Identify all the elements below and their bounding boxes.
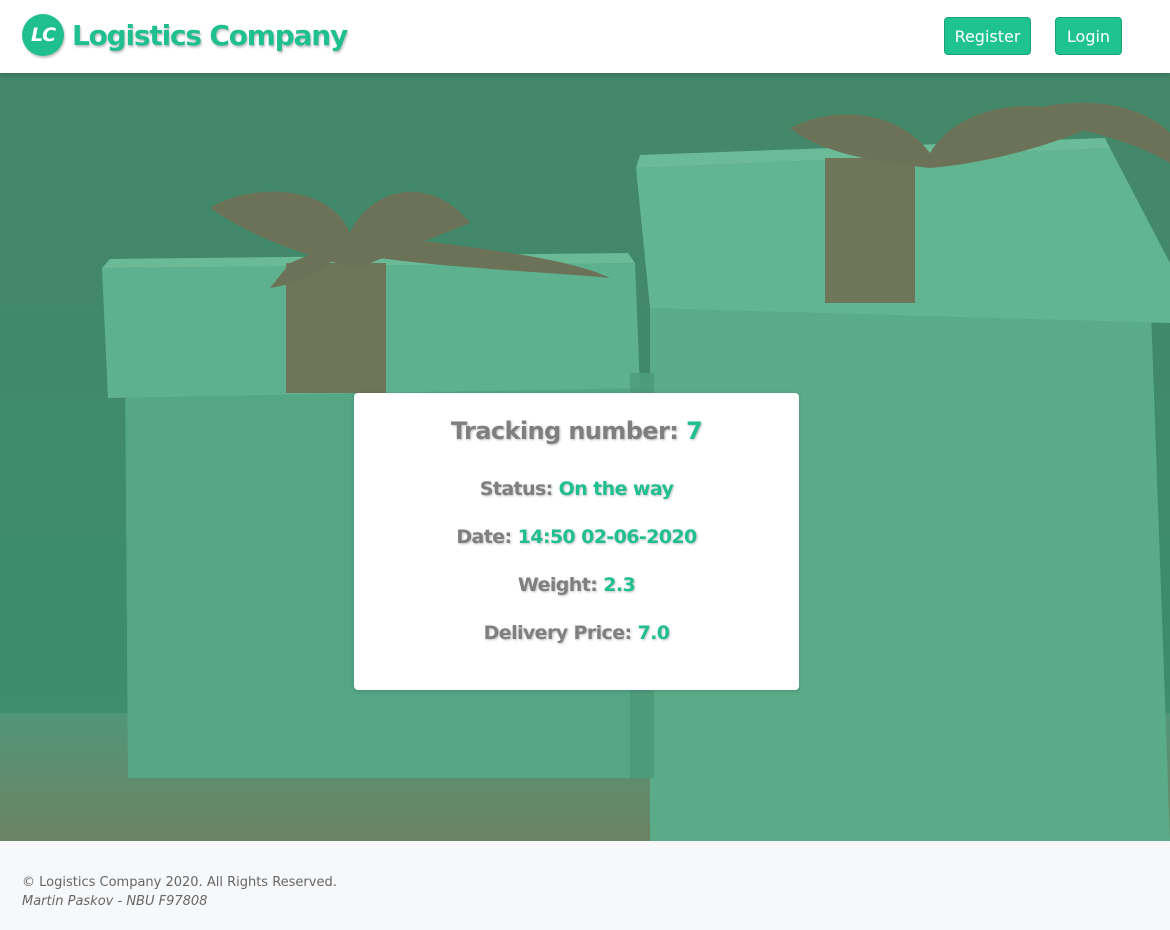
tracking-number-row: Tracking number: 7 xyxy=(354,417,799,445)
copyright-text: © Logistics Company 2020. All Rights Res… xyxy=(22,875,337,890)
delivery-price-row: Delivery Price: 7.0 xyxy=(354,622,799,644)
tracking-card: Tracking number: 7 Status: On the way Da… xyxy=(354,393,799,690)
weight-value: 2.3 xyxy=(603,574,636,596)
date-value: 14:50 02-06-2020 xyxy=(517,526,698,548)
logo-icon: LC xyxy=(22,14,64,56)
tracking-number-value: 7 xyxy=(685,417,703,445)
footer: © Logistics Company 2020. All Rights Res… xyxy=(0,841,1170,930)
delivery-price-label: Delivery Price: xyxy=(483,622,632,644)
delivery-price-value: 7.0 xyxy=(637,622,670,644)
status-label: Status: xyxy=(479,478,554,500)
brand-name: Logistics Company xyxy=(72,18,348,52)
tracking-number-label: Tracking number: xyxy=(450,417,679,445)
register-button[interactable]: Register xyxy=(944,17,1031,55)
login-button[interactable]: Login xyxy=(1055,17,1122,55)
weight-row: Weight: 2.3 xyxy=(354,574,799,596)
date-label: Date: xyxy=(456,526,512,548)
navbar: LC Logistics Company Register Login xyxy=(0,0,1170,73)
author-text: Martin Paskov - NBU F97808 xyxy=(22,894,208,909)
date-row: Date: 14:50 02-06-2020 xyxy=(354,526,799,548)
status-value: On the way xyxy=(558,478,674,500)
brand-logo-link[interactable]: LC Logistics Company xyxy=(22,13,348,57)
weight-label: Weight: xyxy=(517,574,598,596)
status-row: Status: On the way xyxy=(354,478,799,500)
